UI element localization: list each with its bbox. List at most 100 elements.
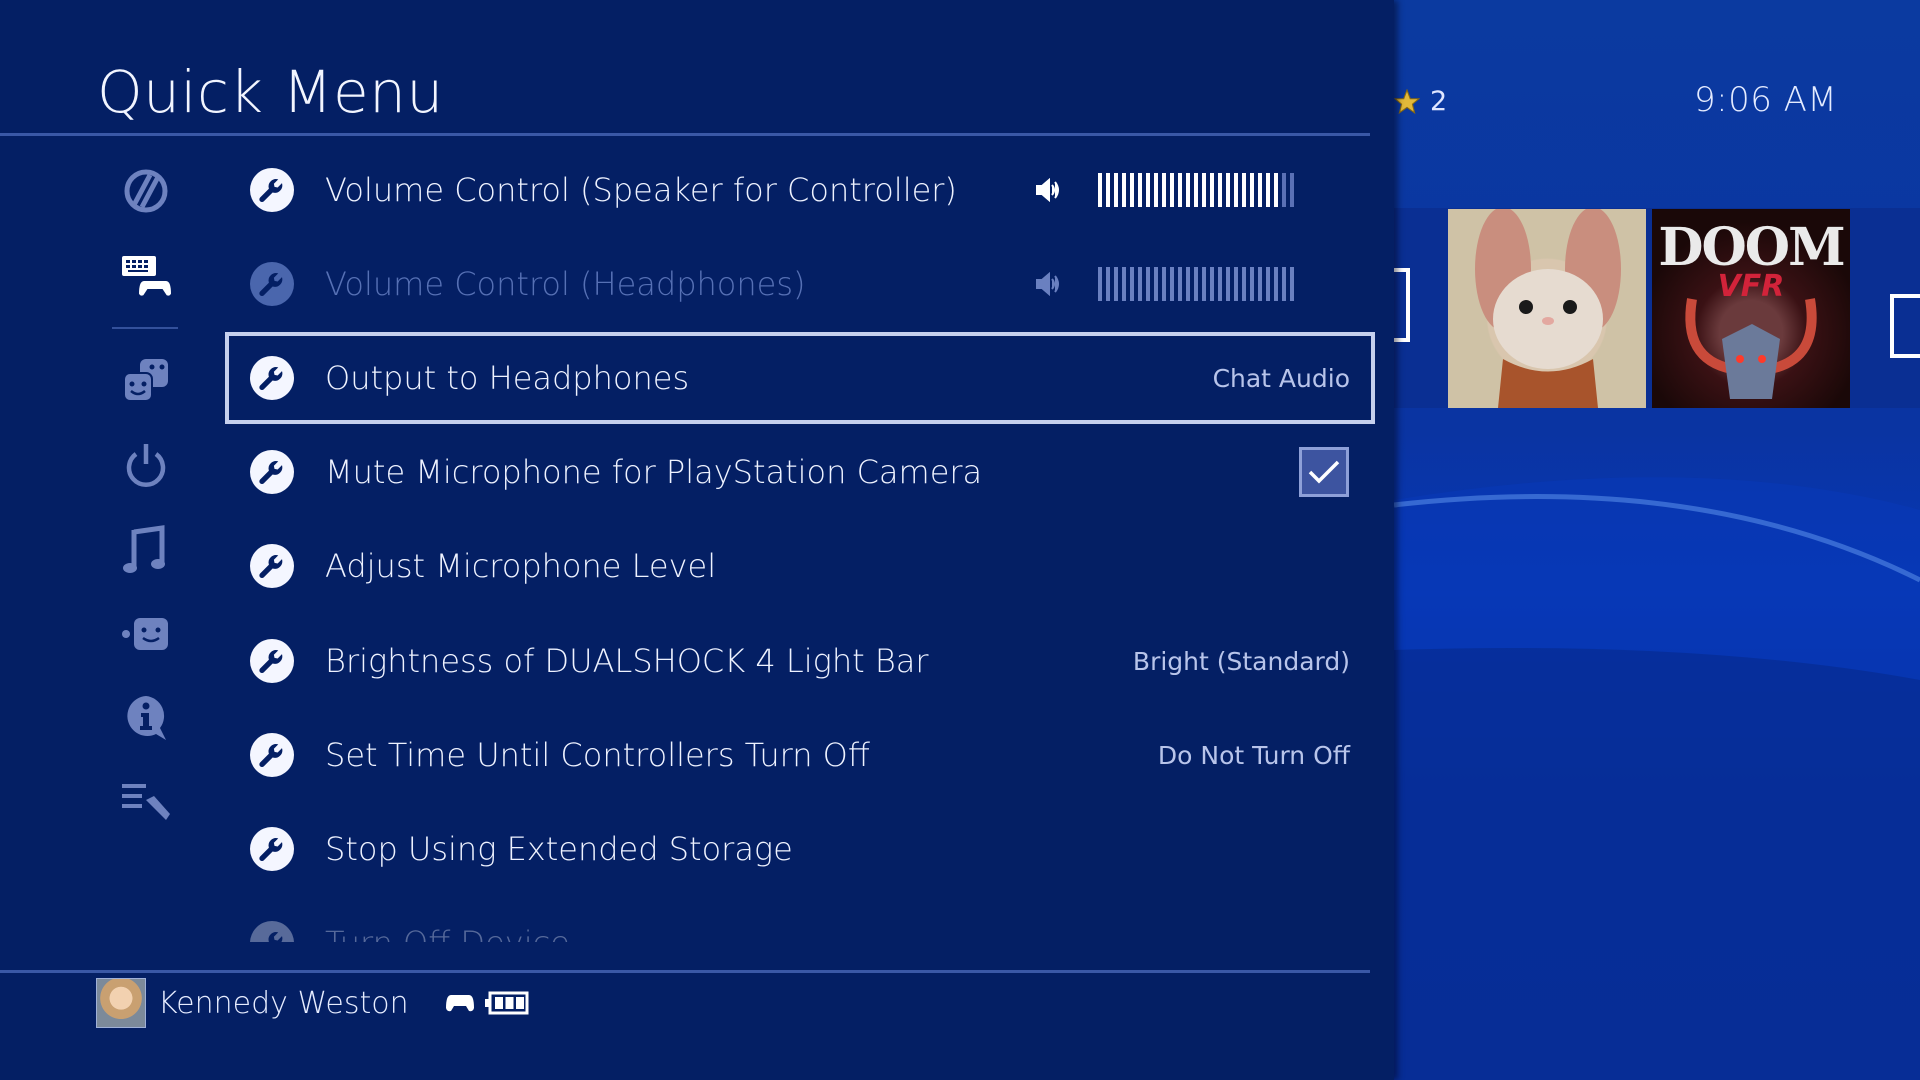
menu-item-volume-headphones: Volume Control (Headphones) bbox=[225, 238, 1375, 330]
volume-tick bbox=[1242, 267, 1246, 301]
volume-tick bbox=[1170, 173, 1174, 207]
volume-tick bbox=[1138, 173, 1142, 207]
power-icon bbox=[126, 444, 166, 487]
sidebar-item-party[interactable] bbox=[118, 353, 174, 409]
trophy-indicator: 2 bbox=[1394, 86, 1447, 117]
sidebar-item-customize[interactable] bbox=[118, 774, 174, 830]
volume-tick bbox=[1106, 267, 1110, 301]
wrench-icon bbox=[250, 262, 294, 306]
volume-tick bbox=[1178, 267, 1182, 301]
wrench-icon bbox=[250, 827, 294, 871]
trophy-star-icon bbox=[1394, 88, 1420, 114]
keyboard-controller-icon bbox=[122, 256, 172, 298]
volume-tick bbox=[1098, 267, 1102, 301]
user-info: Kennedy Weston bbox=[96, 978, 529, 1028]
speaker-icon bbox=[1036, 178, 1059, 202]
menu-scroll-clip: Turn Off Device bbox=[225, 912, 1375, 942]
volume-tick bbox=[1218, 267, 1222, 301]
doom-demon-artwork bbox=[1685, 298, 1817, 399]
menu-item-label: Brightness of DUALSHOCK 4 Light Bar bbox=[325, 642, 929, 680]
battery-icon bbox=[484, 991, 529, 1015]
game-tile-doom-vfr[interactable]: DOOM VFR bbox=[1652, 209, 1850, 408]
controller-icon bbox=[445, 995, 474, 1012]
music-icon bbox=[123, 525, 165, 573]
sidebar-item-music[interactable] bbox=[118, 522, 174, 578]
volume-tick bbox=[1154, 173, 1158, 207]
volume-tick bbox=[1210, 173, 1214, 207]
sidebar-item-online-status[interactable] bbox=[118, 606, 174, 662]
menu-item-light-bar-brightness[interactable]: Brightness of DUALSHOCK 4 Light Bar Brig… bbox=[225, 615, 1375, 707]
game-tile-moss[interactable] bbox=[1448, 209, 1646, 408]
menu-item-controller-turn-off-time[interactable]: Set Time Until Controllers Turn Off Do N… bbox=[225, 709, 1375, 801]
menu-item-label: Set Time Until Controllers Turn Off bbox=[325, 736, 870, 774]
volume-tick bbox=[1218, 173, 1222, 207]
menu-item-label: Turn Off Device bbox=[325, 924, 570, 942]
volume-tick bbox=[1274, 173, 1278, 207]
volume-tick bbox=[1154, 267, 1158, 301]
party-icon bbox=[123, 359, 168, 402]
volume-tick bbox=[1258, 173, 1262, 207]
do-not-disturb-icon bbox=[124, 169, 168, 213]
menu-item-stop-extended-storage[interactable]: Stop Using Extended Storage bbox=[225, 803, 1375, 895]
volume-tick bbox=[1282, 267, 1286, 301]
wrench-icon bbox=[250, 450, 294, 494]
sidebar-item-do-not-disturb[interactable] bbox=[118, 163, 174, 219]
volume-tick bbox=[1250, 267, 1254, 301]
volume-tick bbox=[1266, 267, 1270, 301]
battery-cell bbox=[505, 997, 514, 1009]
volume-tick bbox=[1210, 267, 1214, 301]
footer-divider bbox=[0, 970, 1370, 973]
clock: 9:06 AM bbox=[1694, 80, 1838, 120]
menu-item-value: Chat Audio bbox=[1212, 363, 1350, 393]
volume-tick bbox=[1202, 267, 1206, 301]
volume-tick bbox=[1250, 173, 1254, 207]
tile-partial-left[interactable] bbox=[1394, 268, 1410, 342]
sidebar-item-sound-devices[interactable] bbox=[118, 248, 174, 304]
sidebar-item-information[interactable] bbox=[118, 690, 174, 746]
volume-tick bbox=[1202, 173, 1206, 207]
volume-tick bbox=[1138, 267, 1142, 301]
menu-item-volume-speaker[interactable]: Volume Control (Speaker for Controller) bbox=[225, 144, 1375, 236]
volume-tick bbox=[1194, 267, 1198, 301]
menu-item-label: Output to Headphones bbox=[325, 359, 690, 397]
tile-partial-right[interactable] bbox=[1890, 294, 1920, 358]
menu-item-output-to-headphones[interactable]: Output to Headphones Chat Audio bbox=[225, 332, 1375, 424]
volume-tick bbox=[1130, 267, 1134, 301]
volume-tick bbox=[1194, 173, 1198, 207]
trophy-count: 2 bbox=[1430, 86, 1448, 117]
menu-item-mute-camera-mic[interactable]: Mute Microphone for PlayStation Camera bbox=[225, 426, 1375, 518]
sidebar-item-power[interactable] bbox=[118, 438, 174, 494]
menu-item-adjust-mic-level[interactable]: Adjust Microphone Level bbox=[225, 520, 1375, 612]
volume-tick bbox=[1234, 173, 1238, 207]
menu-item-value: Bright (Standard) bbox=[1132, 646, 1350, 676]
volume-tick bbox=[1290, 173, 1294, 207]
avatar[interactable] bbox=[96, 978, 146, 1028]
volume-tick bbox=[1114, 173, 1118, 207]
volume-slider-headphones bbox=[1098, 267, 1294, 301]
volume-tick bbox=[1242, 173, 1246, 207]
volume-tick bbox=[1234, 267, 1238, 301]
wrench-icon bbox=[250, 639, 294, 683]
menu-item-label: Mute Microphone for PlayStation Camera bbox=[325, 453, 983, 491]
menu-item-label: Stop Using Extended Storage bbox=[325, 830, 793, 868]
battery-cell bbox=[515, 997, 524, 1009]
quick-menu-panel: Quick Menu Volume Control (Speaker for C… bbox=[0, 0, 1394, 1080]
sidebar-divider bbox=[112, 327, 178, 329]
volume-tick bbox=[1098, 173, 1102, 207]
volume-tick bbox=[1146, 267, 1150, 301]
volume-tick bbox=[1186, 173, 1190, 207]
volume-tick bbox=[1162, 267, 1166, 301]
volume-slider-speaker[interactable] bbox=[1098, 173, 1294, 207]
menu-item-label: Volume Control (Headphones) bbox=[325, 265, 806, 303]
volume-tick bbox=[1290, 267, 1294, 301]
page-title: Quick Menu bbox=[97, 58, 444, 126]
wrench-icon bbox=[250, 733, 294, 777]
wrench-icon bbox=[250, 544, 294, 588]
mute-camera-checkbox[interactable] bbox=[1299, 447, 1349, 497]
volume-tick bbox=[1130, 173, 1134, 207]
online-status-icon bbox=[122, 618, 168, 650]
info-icon bbox=[127, 696, 166, 740]
wrench-icon bbox=[250, 921, 294, 942]
menu-item-turn-off-device[interactable]: Turn Off Device bbox=[225, 912, 1375, 942]
battery-cell bbox=[494, 997, 503, 1009]
